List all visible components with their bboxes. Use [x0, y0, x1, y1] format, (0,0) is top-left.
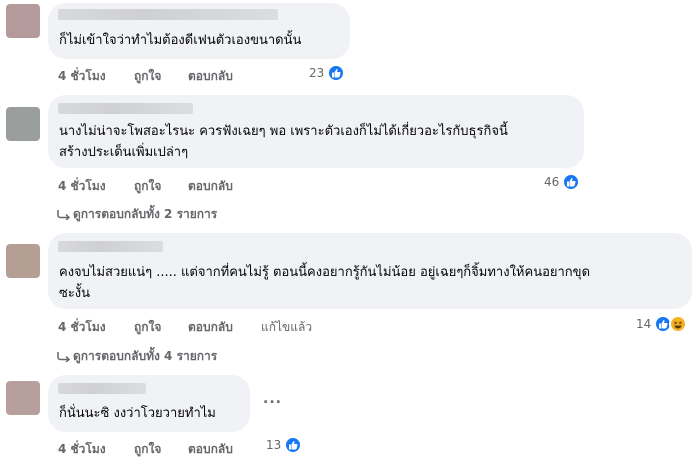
view-replies-link[interactable]: ดูการตอบกลับทั้ง 4 รายการ	[57, 347, 217, 366]
view-replies-label: ดูการตอบกลับทั้ง 2 รายการ	[73, 207, 218, 221]
commenter-name-blurred[interactable]	[58, 241, 163, 252]
like-icon	[327, 64, 346, 82]
comment-time[interactable]: 4 ชั่วโมง	[58, 440, 106, 459]
like-button[interactable]: ถูกใจ	[134, 318, 161, 337]
reply-arrow-icon	[57, 351, 71, 362]
reaction-count: 14	[636, 317, 652, 331]
reaction-summary[interactable]: 23	[309, 64, 346, 82]
reply-button[interactable]: ตอบกลับ	[188, 440, 233, 459]
comment-time[interactable]: 4 ชั่วโมง	[58, 318, 106, 337]
comment-text: ซะงั้น	[59, 286, 91, 301]
avatar[interactable]	[6, 4, 40, 38]
avatar[interactable]	[6, 381, 40, 415]
reaction-summary[interactable]: 46	[544, 173, 581, 191]
comment-time[interactable]: 4 ชั่วโมง	[58, 67, 106, 86]
reaction-count: 46	[544, 175, 560, 189]
avatar[interactable]	[6, 244, 40, 278]
reaction-summary[interactable]: 13	[266, 436, 303, 454]
comment-text: ก็นั่นนะซิ งงว่าโวยวายทำไม	[59, 406, 216, 421]
like-button[interactable]: ถูกใจ	[134, 440, 161, 459]
reply-button[interactable]: ตอบกลับ	[188, 318, 233, 337]
more-options-button[interactable]: ...	[263, 391, 282, 407]
like-icon	[562, 173, 581, 191]
comment-bubble: นางไม่น่าจะโพสอะไรนะ ควรฟังเฉยๆ พอ เพราะ…	[48, 95, 584, 168]
like-button[interactable]: ถูกใจ	[134, 67, 161, 86]
comment-text: คงจบไม่สวยแน่ๆ ..... แต่จากที่คนไม่รู้ ต…	[59, 265, 591, 280]
view-replies-link[interactable]: ดูการตอบกลับทั้ง 2 รายการ	[57, 205, 217, 224]
like-icon	[284, 436, 303, 454]
reply-button[interactable]: ตอบกลับ	[188, 177, 233, 196]
comment-bubble: ก็ไม่เข้าใจว่าทำไมต้องดีเฟนตัวเองขนาดนั้…	[48, 3, 350, 59]
reaction-summary[interactable]: 14	[636, 315, 688, 333]
comment-text: สร้างประเด็นเพิ่มเปล่าๆ	[59, 145, 189, 160]
reaction-count: 23	[309, 66, 325, 80]
comment-text: นางไม่น่าจะโพสอะไรนะ ควรฟังเฉยๆ พอ เพราะ…	[59, 124, 508, 139]
view-replies-label: ดูการตอบกลับทั้ง 4 รายการ	[73, 349, 218, 363]
comment-text: ก็ไม่เข้าใจว่าทำไมต้องดีเฟนตัวเองขนาดนั้…	[59, 33, 302, 48]
comment-time[interactable]: 4 ชั่วโมง	[58, 177, 106, 196]
avatar[interactable]	[6, 107, 40, 141]
like-button[interactable]: ถูกใจ	[134, 177, 161, 196]
haha-icon	[669, 315, 688, 333]
edited-label[interactable]: แก้ไขแล้ว	[261, 318, 312, 337]
reply-arrow-icon	[57, 209, 71, 220]
reply-button[interactable]: ตอบกลับ	[188, 67, 233, 86]
comment-bubble: ก็นั่นนะซิ งงว่าโวยวายทำไม	[48, 375, 250, 432]
reaction-count: 13	[266, 438, 282, 452]
comment-bubble: คงจบไม่สวยแน่ๆ ..... แต่จากที่คนไม่รู้ ต…	[48, 233, 692, 309]
commenter-name-blurred[interactable]	[58, 383, 146, 394]
commenter-name-blurred[interactable]	[58, 9, 278, 20]
commenter-name-blurred[interactable]	[58, 103, 193, 114]
